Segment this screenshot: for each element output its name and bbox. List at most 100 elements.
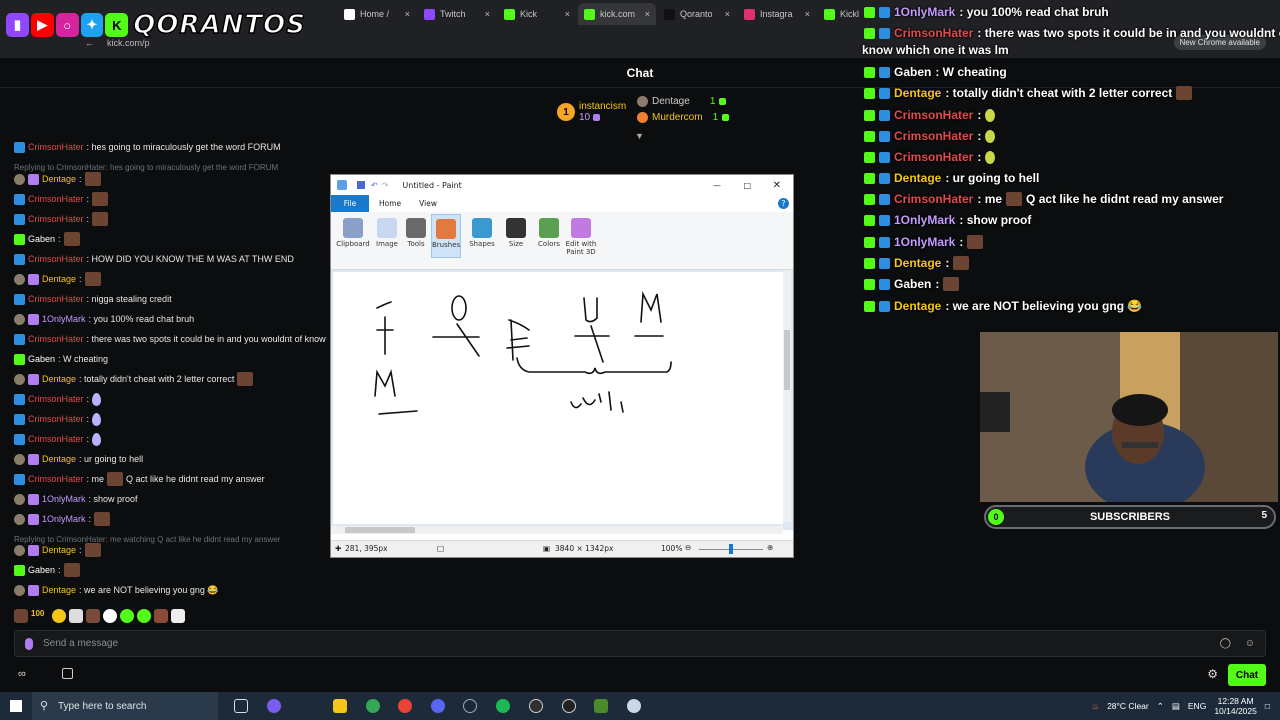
mic-icon[interactable] xyxy=(25,637,33,650)
chat-username[interactable]: Gaben xyxy=(28,565,55,575)
home-tab[interactable]: Home xyxy=(379,199,401,208)
chat-send-button[interactable]: Chat xyxy=(1228,664,1266,686)
tab-close-icon[interactable]: × xyxy=(485,9,490,19)
chat-username[interactable]: CrimsonHater xyxy=(28,294,84,304)
drawing-canvas[interactable] xyxy=(333,272,783,524)
tab-close-icon[interactable]: × xyxy=(805,9,810,19)
chat-username[interactable]: Gaben xyxy=(28,234,55,244)
paint-app-icon[interactable] xyxy=(627,699,641,713)
emote-icon[interactable] xyxy=(86,609,100,623)
chrome-icon[interactable] xyxy=(366,699,380,713)
minecraft-icon[interactable] xyxy=(594,699,608,713)
emote-quick-bar[interactable]: 100 xyxy=(14,606,214,626)
emote-icon[interactable] xyxy=(103,609,117,623)
points-icon[interactable]: ∞ xyxy=(18,668,26,680)
ribbon-group-colors[interactable]: Colors xyxy=(535,218,563,248)
browser-tab[interactable]: kick.com × xyxy=(578,3,656,25)
ribbon-group-shapes[interactable]: Shapes xyxy=(467,218,497,248)
emote-icon[interactable] xyxy=(14,609,28,623)
chat-username[interactable]: 1OnlyMark xyxy=(42,494,86,504)
file-menu[interactable]: File xyxy=(331,195,369,212)
gift-box-icon[interactable] xyxy=(62,668,73,679)
ribbon-group-edit-with-paint-3d[interactable]: Edit with Paint 3D xyxy=(563,218,599,256)
emote-100-icon[interactable]: 100 xyxy=(31,609,49,623)
tab-close-icon[interactable]: × xyxy=(565,9,570,19)
weather-icon[interactable]: ♨ xyxy=(1091,701,1099,712)
windows-start-icon[interactable] xyxy=(10,700,22,712)
chat-username[interactable]: Dentage xyxy=(42,545,76,555)
chat-username[interactable]: Gaben xyxy=(28,354,55,364)
chat-username[interactable]: Dentage xyxy=(42,585,76,595)
save-icon[interactable] xyxy=(357,181,365,189)
emote-icon[interactable] xyxy=(120,609,134,623)
chat-username[interactable]: Dentage xyxy=(42,274,76,284)
help-icon[interactable]: ? xyxy=(778,198,789,209)
chat-username[interactable]: CrimsonHater xyxy=(28,214,84,224)
browser-tab[interactable]: Qoranto × xyxy=(658,3,736,25)
paint-window[interactable]: ↶ ↷ Untitled - Paint — □ ✕ File Home Vie… xyxy=(330,174,794,558)
zoom-slider-thumb[interactable] xyxy=(729,544,733,554)
emoji-icon[interactable]: ☺ xyxy=(1245,638,1255,649)
tab-close-icon[interactable]: × xyxy=(725,9,730,19)
expand-chevron-icon[interactable]: ▼ xyxy=(635,131,644,141)
chat-username[interactable]: CrimsonHater xyxy=(28,142,84,152)
spotify-icon[interactable] xyxy=(496,699,510,713)
browser-tab[interactable]: Instagra × xyxy=(738,3,816,25)
kick-app-icon[interactable] xyxy=(562,699,576,713)
chat-message-input[interactable]: Send a message ◯ ☺ xyxy=(14,630,1266,657)
language[interactable]: ENG xyxy=(1188,701,1206,711)
task-view-icon[interactable] xyxy=(234,699,248,713)
horizontal-scrollbar[interactable] xyxy=(331,526,783,534)
ribbon-group-tools[interactable]: Tools xyxy=(403,218,429,248)
weather-text[interactable]: 28°C Clear xyxy=(1107,701,1149,711)
ribbon-group-image[interactable]: Image xyxy=(373,218,401,248)
gift-leaderboard[interactable]: 1 instancism 10 Dentage 1 Murdercom 1 ▼ xyxy=(555,95,755,141)
steam-icon[interactable] xyxy=(463,699,477,713)
chat-username[interactable]: Dentage xyxy=(42,374,76,384)
redo-icon[interactable]: ↷ xyxy=(382,181,389,190)
clock-time[interactable]: 12:28 AM xyxy=(1218,696,1254,706)
browser-tab[interactable]: Kick × xyxy=(498,3,576,25)
obs-icon[interactable] xyxy=(529,699,543,713)
emote-icon[interactable] xyxy=(171,609,185,623)
chat-username[interactable]: Dentage xyxy=(42,174,76,184)
tab-close-icon[interactable]: × xyxy=(405,9,410,19)
zoom-out-icon[interactable]: ⊖ xyxy=(685,543,691,552)
chat-username[interactable]: CrimsonHater xyxy=(28,334,84,344)
chat-username[interactable]: CrimsonHater xyxy=(28,254,84,264)
clock-date[interactable]: 10/14/2025 xyxy=(1214,706,1257,716)
ribbon-group-clipboard[interactable]: Clipboard xyxy=(335,218,371,248)
chat-username[interactable]: 1OnlyMark xyxy=(42,314,86,324)
discord-icon[interactable] xyxy=(431,699,445,713)
view-tab[interactable]: View xyxy=(419,199,437,208)
emote-icon[interactable] xyxy=(69,609,83,623)
settings-gear-icon[interactable]: ⚙ xyxy=(1207,667,1218,681)
zoom-in-icon[interactable]: ⊕ xyxy=(767,543,773,552)
ribbon-group-size[interactable]: Size xyxy=(501,218,531,248)
browser-tab[interactable]: Twitch × xyxy=(418,3,496,25)
emote-icon[interactable] xyxy=(154,609,168,623)
chat-username[interactable]: CrimsonHater xyxy=(28,434,84,444)
file-explorer-icon[interactable] xyxy=(333,699,347,713)
chrome-icon[interactable] xyxy=(398,699,412,713)
chat-username[interactable]: CrimsonHater xyxy=(28,474,84,484)
undo-icon[interactable]: ↶ xyxy=(371,181,378,190)
emote-icon[interactable] xyxy=(137,609,151,623)
chat-username[interactable]: 1OnlyMark xyxy=(42,514,86,524)
vertical-scrollbar[interactable] xyxy=(783,270,791,522)
chat-username[interactable]: CrimsonHater xyxy=(28,414,84,424)
close-icon[interactable]: ✕ xyxy=(773,180,781,191)
emote-icon[interactable] xyxy=(52,609,66,623)
chat-message-list[interactable]: CrimsonHater: hes going to miraculously … xyxy=(0,138,330,603)
copilot-icon[interactable] xyxy=(267,699,281,713)
minimize-icon[interactable]: — xyxy=(713,181,721,190)
chat-username[interactable]: CrimsonHater xyxy=(28,194,84,204)
notifications-icon[interactable]: □ xyxy=(1265,701,1270,711)
chat-username[interactable]: Dentage xyxy=(42,454,76,464)
browser-tab[interactable]: Home / × xyxy=(338,3,416,25)
maximize-icon[interactable]: □ xyxy=(743,181,751,190)
chat-username[interactable]: CrimsonHater xyxy=(28,394,84,404)
ribbon-group-brushes[interactable]: Brushes xyxy=(431,214,461,258)
translate-icon[interactable]: ◯ xyxy=(1220,638,1231,649)
tab-close-icon[interactable]: × xyxy=(645,9,650,19)
